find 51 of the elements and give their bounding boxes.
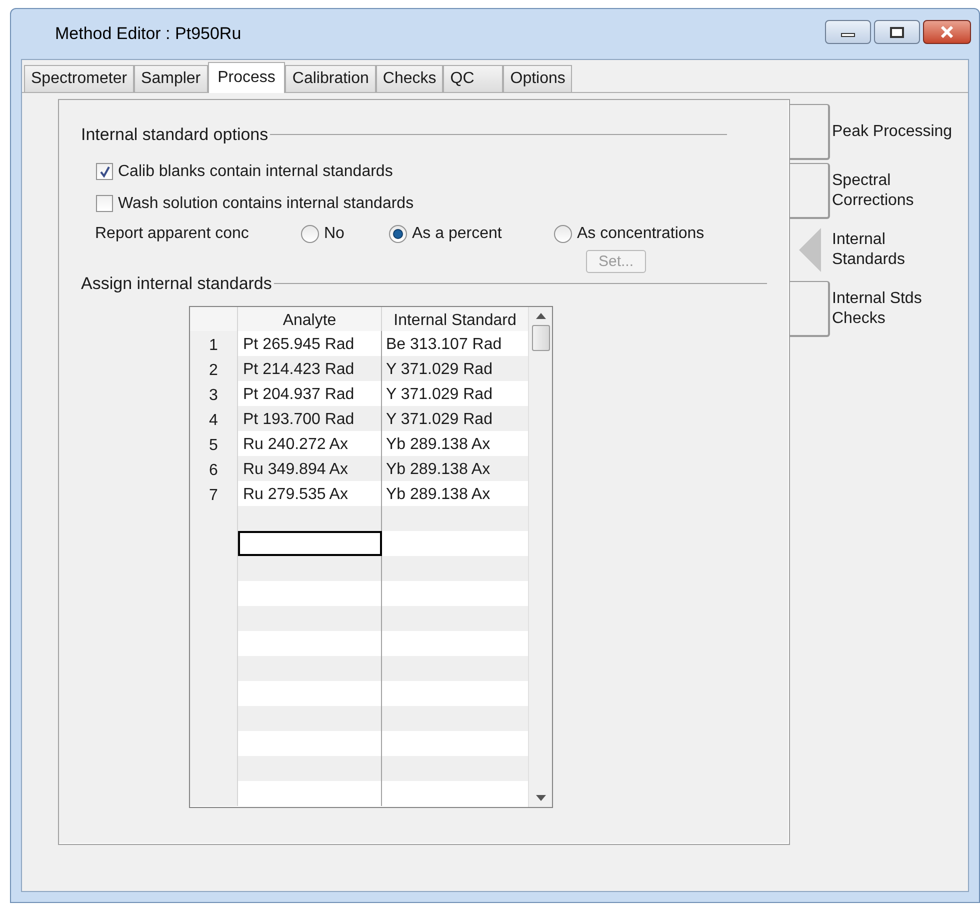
checkbox[interactable] xyxy=(96,195,113,212)
radio-button[interactable] xyxy=(389,224,407,242)
radio-button[interactable] xyxy=(301,224,319,242)
window-title: Method Editor : Pt950Ru xyxy=(55,23,242,46)
checkbox-label: Wash solution contains internal standards xyxy=(118,194,414,214)
row-number: 1 xyxy=(190,331,238,356)
row-number: 3 xyxy=(190,381,238,406)
report-label: Report apparent conc xyxy=(95,224,250,244)
arrow-left-icon xyxy=(799,228,821,272)
side-tab-label[interactable]: Spectral Corrections xyxy=(832,170,954,210)
row-number: 5 xyxy=(190,431,238,456)
side-tab[interactable] xyxy=(790,280,830,336)
table-cell-text: Be 313.107 Rad xyxy=(385,335,503,355)
tab[interactable]: Calibration xyxy=(285,65,376,92)
side-tab[interactable] xyxy=(790,104,830,160)
tab[interactable]: Process xyxy=(208,62,286,93)
close-button[interactable] xyxy=(923,20,971,44)
tab[interactable]: Sampler xyxy=(134,65,208,92)
table-cell-text: Y 371.029 Rad xyxy=(385,385,494,405)
checkbox[interactable] xyxy=(96,163,113,180)
tab[interactable]: QC xyxy=(443,65,504,92)
tab[interactable]: Options xyxy=(503,65,572,92)
scroll-thumb[interactable] xyxy=(532,325,550,351)
table-cell-text: Yb 289.138 Ax xyxy=(385,460,492,480)
minimize-button[interactable] xyxy=(825,20,871,44)
maximize-button[interactable] xyxy=(874,20,920,44)
row-header xyxy=(190,781,238,806)
radio-label: As concentrations xyxy=(577,224,704,244)
section-title: Internal standard options xyxy=(81,124,268,146)
scroll-down-icon[interactable] xyxy=(536,795,546,801)
side-tab-label[interactable]: Internal Stds Checks xyxy=(832,288,954,328)
focused-cell[interactable] xyxy=(238,531,382,556)
side-tab-label[interactable]: Peak Processing xyxy=(832,122,954,142)
table-cell-text: Yb 289.138 Ax xyxy=(385,485,492,505)
table-cell-text: Y 371.029 Rad xyxy=(385,410,494,430)
tab[interactable]: Spectrometer xyxy=(24,65,134,92)
radio-label: No xyxy=(324,224,344,244)
table-cell-text: Yb 289.138 Ax xyxy=(385,435,492,455)
close-icon xyxy=(940,26,954,38)
side-tab[interactable] xyxy=(790,162,830,218)
checkbox-label: Calib blanks contain internal standards xyxy=(118,162,393,182)
section-title: Assign internal standards xyxy=(81,272,272,294)
row-number: 7 xyxy=(190,481,238,506)
tab[interactable]: Checks xyxy=(376,65,444,92)
scrollbar[interactable] xyxy=(528,307,552,807)
scroll-up-icon[interactable] xyxy=(536,313,546,319)
table-cell-text: Y 371.029 Rad xyxy=(385,360,494,380)
side-tab-label[interactable]: Internal Standards xyxy=(832,230,954,270)
column-header: Internal Standard xyxy=(392,311,518,331)
radio-label: As a percent xyxy=(412,224,502,244)
radio-button[interactable] xyxy=(554,224,572,242)
